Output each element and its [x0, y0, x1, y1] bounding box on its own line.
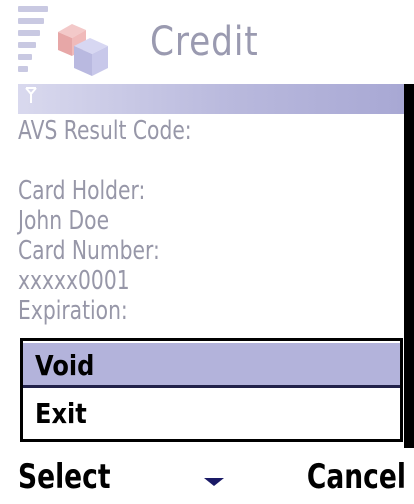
- card-number-label: Card Number:: [18, 236, 160, 266]
- card-holder-label: Card Holder:: [18, 176, 146, 206]
- softkey-label: Cancel: [306, 457, 406, 497]
- select-softkey[interactable]: Select: [18, 456, 137, 498]
- card-number-value: xxxxx0001: [18, 266, 130, 296]
- app-logo-icon: [52, 18, 114, 78]
- menu-item-label: Void: [35, 349, 95, 382]
- menu-item-void[interactable]: Void: [23, 343, 400, 388]
- cancel-softkey[interactable]: Cancel: [279, 456, 406, 498]
- signal-strength-icon: [18, 6, 52, 84]
- page-title: Credit: [150, 19, 259, 65]
- avs-result-label: AVS Result Code:: [18, 116, 192, 146]
- options-menu: Void Exit: [20, 338, 403, 442]
- card-holder-value: John Doe: [18, 206, 110, 236]
- menu-item-exit[interactable]: Exit: [23, 391, 400, 436]
- softkey-label: Select: [18, 457, 111, 497]
- header-band: [18, 84, 404, 114]
- scroll-down-icon: [204, 478, 224, 486]
- app-header: Credit: [0, 0, 414, 84]
- menu-item-label: Exit: [35, 397, 87, 430]
- antenna-icon: [25, 87, 37, 103]
- softkey-bar: Select Cancel: [0, 448, 414, 504]
- screen-edge: [404, 84, 414, 448]
- credit-details: AVS Result Code: Card Holder: John Doe C…: [18, 116, 404, 326]
- phone-screen: Credit AVS Result Code: Card Holder: Joh…: [0, 0, 414, 504]
- expiration-label: Expiration:: [18, 296, 128, 326]
